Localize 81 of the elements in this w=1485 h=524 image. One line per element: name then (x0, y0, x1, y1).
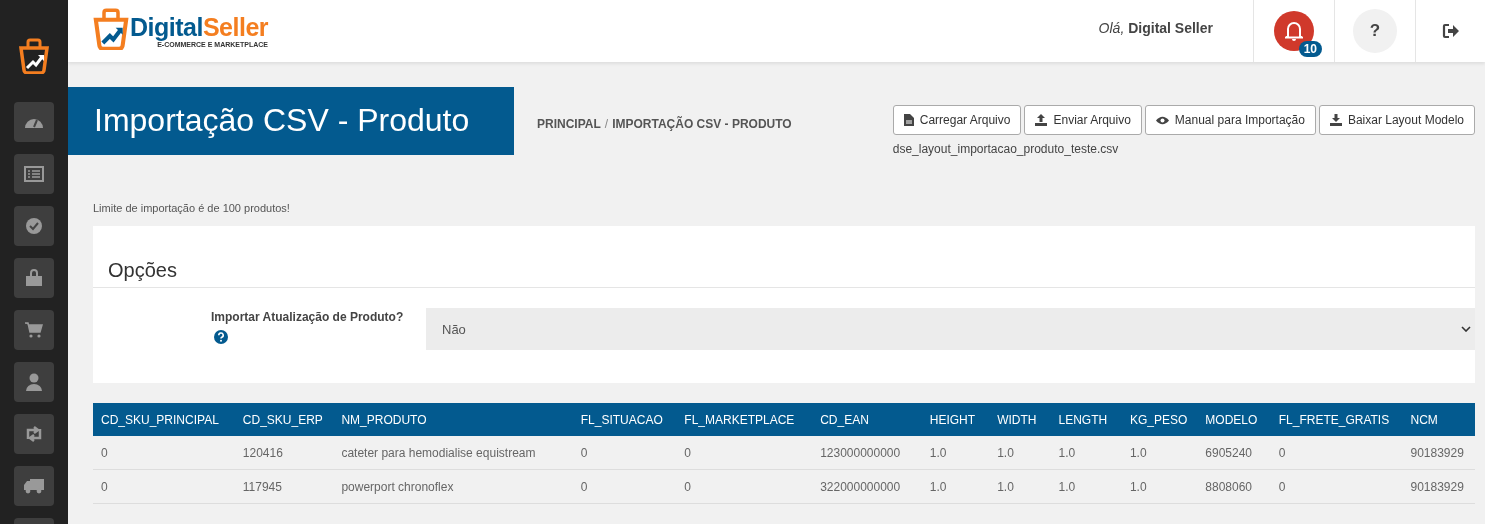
table-cell: 1.0 (1121, 436, 1198, 470)
import-limit-notice: Limite de importação é de 100 produtos! (93, 202, 291, 214)
column-header: FL_FRETE_GRATIS (1270, 403, 1403, 436)
table-cell: 1.0 (921, 469, 990, 504)
sidebar-button[interactable] (14, 258, 54, 298)
sidebar-button[interactable] (14, 466, 54, 506)
truck-icon (24, 478, 44, 494)
file-name: dse_layout_importacao_produto_teste.csv (892, 142, 1120, 156)
bag-logo-icon (18, 38, 50, 74)
user-icon (26, 373, 42, 391)
notification-count: 10 (1298, 41, 1322, 57)
list-icon (24, 166, 44, 182)
table-cell: 1.0 (1121, 469, 1198, 504)
table-cell: 0 (1270, 469, 1403, 504)
sidebar-button[interactable] (14, 414, 54, 454)
table-cell: 0 (572, 436, 677, 470)
table-cell: 123000000000 (812, 436, 922, 470)
repeat-arrows-icon (24, 426, 44, 442)
table-cell: 0 (676, 469, 813, 504)
table-cell: powerport chronoflex (333, 469, 573, 504)
select-field[interactable]: Não (426, 308, 1475, 350)
user-greeting: Olá, Digital Seller (1098, 20, 1213, 38)
column-header: NCM (1402, 403, 1475, 436)
document-icon (903, 114, 914, 126)
sidebar-button[interactable] (14, 206, 54, 246)
table-cell: 90183929 (1402, 436, 1475, 470)
upload-icon (1035, 114, 1048, 126)
download-icon (1329, 114, 1342, 126)
sidebar-button[interactable] (14, 362, 54, 402)
table-cell: 1.0 (1050, 469, 1122, 504)
action-button[interactable]: Carregar Arquivo (892, 105, 1022, 135)
shopping-bag-icon (25, 269, 43, 287)
breadcrumb-separator: / (604, 117, 609, 131)
bag-logo-icon (92, 8, 130, 50)
column-header: FL_SITUACAO (572, 403, 677, 436)
chevron-down-icon (1461, 326, 1471, 332)
table-cell: cateter para hemodialise equistream (333, 436, 573, 470)
card-title: Opções (93, 226, 1475, 288)
table-cell: 120416 (234, 436, 334, 470)
field-label: Importar Atualização de Produto? (211, 310, 404, 324)
table-cell: 8808060 (1197, 469, 1271, 504)
logo-wordmark: DigitalSeller (130, 14, 268, 40)
table-cell: 6905240 (1197, 436, 1271, 470)
column-header: WIDTH (989, 403, 1051, 436)
column-header: KG_PESO (1121, 403, 1198, 436)
column-header: CD_SKU_ERP (234, 403, 334, 436)
help-icon[interactable] (214, 330, 228, 344)
table-cell: 0 (93, 469, 235, 504)
column-header: MODELO (1197, 403, 1271, 436)
table-cell: 0 (572, 469, 677, 504)
help-button[interactable]: ? (1353, 9, 1397, 53)
column-header: CD_EAN (812, 403, 922, 436)
table-cell: 117945 (234, 469, 334, 504)
column-header: FL_MARKETPLACE (676, 403, 813, 436)
column-header: HEIGHT (921, 403, 990, 436)
sidebar-button[interactable] (14, 310, 54, 350)
breadcrumb-link[interactable]: IMPORTAÇÃO CSV - PRODUTO (612, 117, 792, 131)
table-cell: 1.0 (1050, 436, 1122, 470)
breadcrumb-link[interactable]: PRINCIPAL (537, 117, 601, 131)
check-circle-icon (25, 217, 43, 235)
column-header: LENGTH (1050, 403, 1122, 436)
column-header: CD_SKU_PRINCIPAL (93, 403, 235, 436)
logout-icon (1441, 23, 1460, 39)
table-cell: 1.0 (989, 436, 1051, 470)
table-cell: 0 (93, 436, 235, 470)
table-cell: 322000000000 (812, 469, 922, 504)
table-cell: 90183929 (1402, 469, 1475, 504)
cart-icon (25, 322, 43, 338)
action-button[interactable]: Enviar Arquivo (1024, 105, 1142, 135)
page-title: Importação CSV - Produto (68, 87, 514, 155)
sidebar-button[interactable] (14, 154, 54, 194)
table-cell: 0 (1270, 436, 1403, 470)
table-cell: 1.0 (989, 469, 1051, 504)
eye-icon (1155, 115, 1169, 125)
action-button[interactable]: Manual para Importação (1144, 105, 1316, 135)
action-button[interactable]: Baixar Layout Modelo (1318, 105, 1475, 135)
bell-icon (1285, 21, 1303, 41)
table-cell: 0 (676, 436, 813, 470)
column-header: NM_PRODUTO (333, 403, 573, 436)
sidebar-button[interactable] (14, 102, 54, 142)
table-cell: 1.0 (921, 436, 990, 470)
